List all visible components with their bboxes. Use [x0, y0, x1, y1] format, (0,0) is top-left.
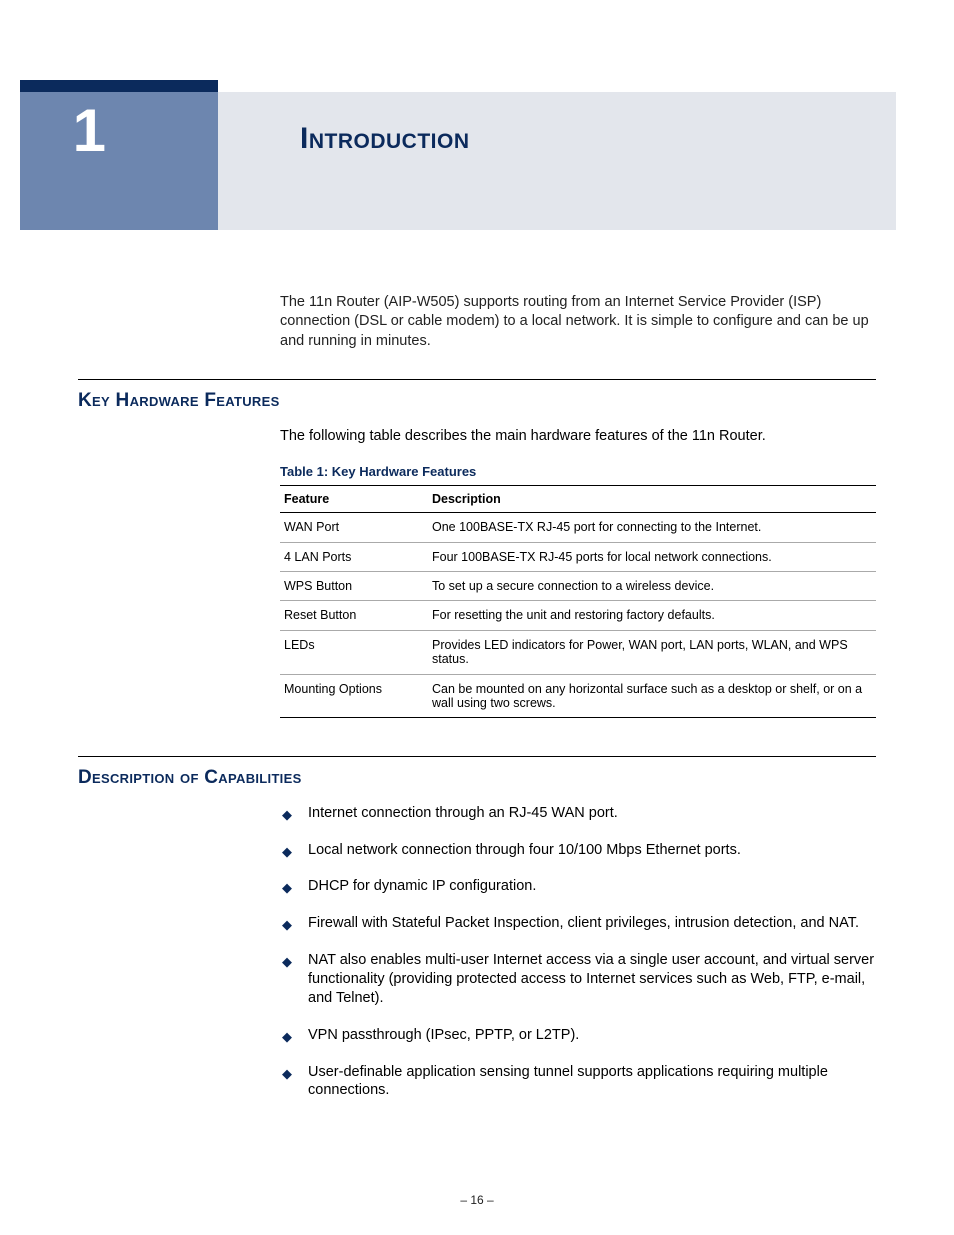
hardware-features-table: Feature Description WAN PortOne 100BASE-… [280, 485, 876, 718]
bullet-diamond-icon: ◆ [282, 917, 292, 934]
table-header-row: Feature Description [280, 486, 876, 513]
chapter-number: 1 [73, 96, 106, 165]
col-description: Description [428, 486, 876, 513]
section-divider [78, 756, 876, 757]
list-item: ◆ DHCP for dynamic IP configuration. [280, 877, 876, 896]
list-item: ◆ Internet connection through an RJ-45 WA… [280, 804, 876, 823]
bullet-diamond-icon: ◆ [282, 844, 292, 861]
list-item-text: Internet connection through an RJ-45 WAN… [308, 805, 618, 821]
list-item: ◆ Firewall with Stateful Packet Inspectio… [280, 914, 876, 933]
bullet-diamond-icon: ◆ [282, 807, 292, 824]
header-blue-block: 1 [20, 92, 218, 230]
bullet-diamond-icon: ◆ [282, 1066, 292, 1083]
list-item: ◆ VPN passthrough (IPsec, PPTP, or L2TP). [280, 1026, 876, 1045]
section-hw-intro: The following table describes the main h… [280, 427, 876, 447]
list-item-text: NAT also enables multi-user Internet acc… [308, 952, 874, 1006]
cell-feature: WPS Button [280, 572, 428, 601]
list-item: ◆ Local network connection through four 1… [280, 841, 876, 860]
header-accent-strip [20, 80, 218, 92]
list-item: ◆ NAT also enables multi-user Internet ac… [280, 951, 876, 1008]
bullet-diamond-icon: ◆ [282, 880, 292, 897]
col-feature: Feature [280, 486, 428, 513]
intro-paragraph: The 11n Router (AIP-W505) supports routi… [280, 293, 876, 352]
chapter-title: Introduction [300, 122, 470, 156]
table-row: Reset ButtonFor resetting the unit and r… [280, 601, 876, 630]
section-title-capabilities: Description of Capabilities [78, 767, 876, 789]
list-item-text: Firewall with Stateful Packet Inspection… [308, 915, 859, 931]
cell-feature: LEDs [280, 630, 428, 674]
cell-feature: 4 LAN Ports [280, 542, 428, 571]
list-item-text: DHCP for dynamic IP configuration. [308, 878, 536, 894]
bullet-diamond-icon: ◆ [282, 954, 292, 971]
table-row: WPS ButtonTo set up a secure connection … [280, 572, 876, 601]
cell-feature: Mounting Options [280, 674, 428, 718]
chapter-header: 1 Introduction [20, 80, 954, 230]
list-item: ◆ User-definable application sensing tunn… [280, 1063, 876, 1101]
cell-description: Can be mounted on any horizontal surface… [428, 674, 876, 718]
cell-description: One 100BASE-TX RJ-45 port for connecting… [428, 513, 876, 542]
table-row: 4 LAN PortsFour 100BASE-TX RJ-45 ports f… [280, 542, 876, 571]
bullet-diamond-icon: ◆ [282, 1029, 292, 1046]
table-caption: Table 1: Key Hardware Features [280, 464, 876, 479]
table-row: LEDsProvides LED indicators for Power, W… [280, 630, 876, 674]
list-item-text: Local network connection through four 10… [308, 842, 741, 858]
capabilities-list: ◆ Internet connection through an RJ-45 WA… [280, 804, 876, 1100]
list-item-text: VPN passthrough (IPsec, PPTP, or L2TP). [308, 1027, 579, 1043]
table-row: Mounting OptionsCan be mounted on any ho… [280, 674, 876, 718]
cell-feature: Reset Button [280, 601, 428, 630]
header-grey-block: Introduction [218, 92, 896, 230]
cell-description: Provides LED indicators for Power, WAN p… [428, 630, 876, 674]
section-divider [78, 379, 876, 380]
section-title-hardware: Key Hardware Features [78, 390, 876, 412]
page-number: – 16 – [0, 1193, 954, 1207]
cell-description: To set up a secure connection to a wirel… [428, 572, 876, 601]
page-content: The 11n Router (AIP-W505) supports routi… [78, 278, 876, 1118]
cell-description: Four 100BASE-TX RJ-45 ports for local ne… [428, 542, 876, 571]
table-row: WAN PortOne 100BASE-TX RJ-45 port for co… [280, 513, 876, 542]
list-item-text: User-definable application sensing tunne… [308, 1064, 828, 1099]
document-page: 1 Introduction The 11n Router (AIP-W505)… [0, 0, 954, 1235]
cell-feature: WAN Port [280, 513, 428, 542]
cell-description: For resetting the unit and restoring fac… [428, 601, 876, 630]
